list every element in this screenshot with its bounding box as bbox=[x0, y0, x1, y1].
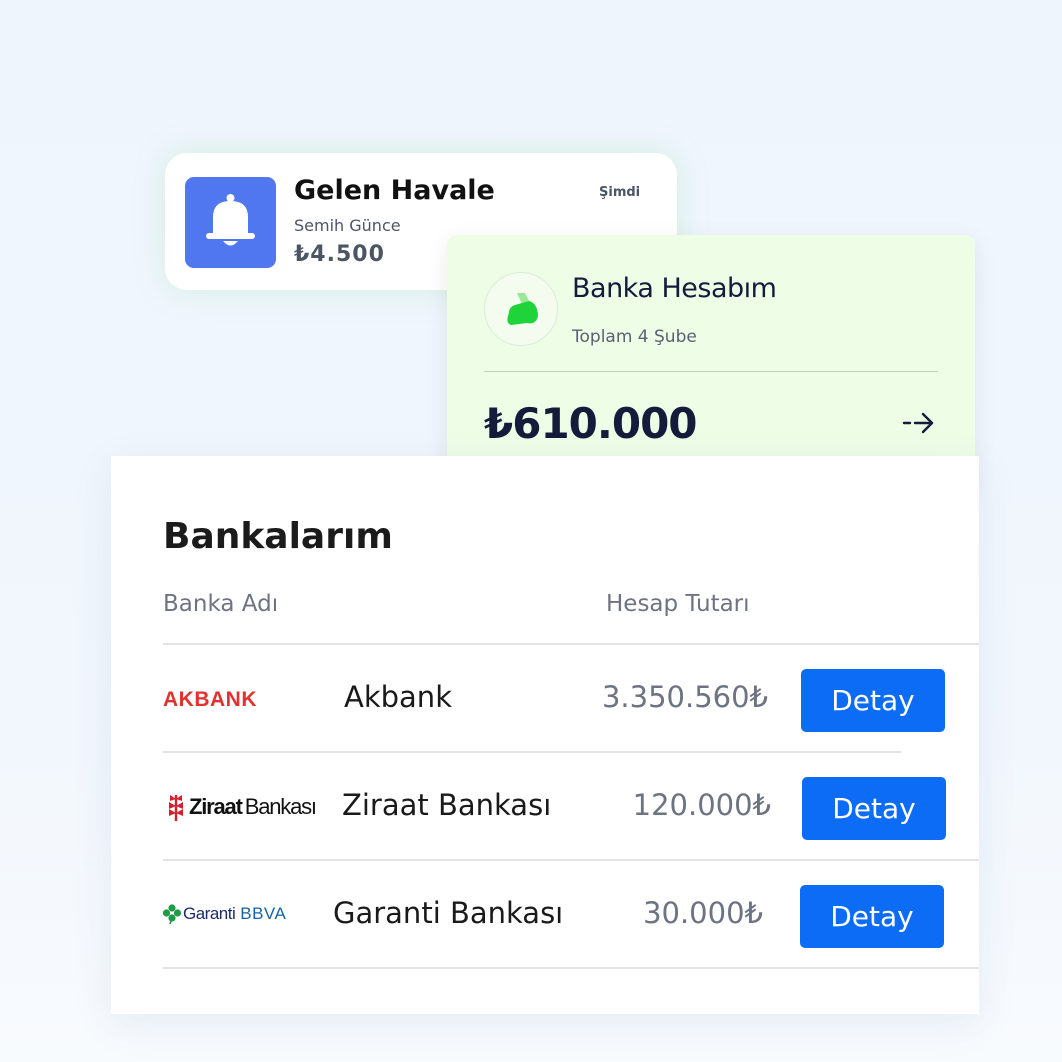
ziraat-logo-text: Bankası bbox=[244, 794, 317, 819]
detail-button-garanti[interactable]: Detay bbox=[800, 885, 944, 948]
app-logo bbox=[484, 272, 558, 346]
akbank-logo: AKBANK bbox=[163, 688, 257, 711]
bbva-logo-text: BBVA bbox=[240, 904, 287, 923]
notification-title: Gelen Havale bbox=[294, 175, 495, 206]
bank-account-card[interactable]: Banka Hesabım Toplam 4 Şube ₺610.000 bbox=[447, 235, 975, 488]
table-row-akbank: AKBANK Akbank 3.350.560₺ Detay bbox=[163, 646, 963, 754]
arrow-right-icon[interactable] bbox=[902, 411, 936, 435]
row-divider bbox=[163, 751, 901, 753]
notification-amount: ₺4.500 bbox=[294, 242, 385, 267]
row-divider bbox=[163, 859, 979, 861]
table-row-ziraat: Ziraat Bankası Ziraat Bankası 120.000₺ D… bbox=[163, 754, 963, 862]
wheat-icon bbox=[169, 795, 183, 821]
account-branches: Toplam 4 Şube bbox=[572, 327, 697, 347]
table-row-garanti: Garanti BBVA Garanti Bankası 30.000₺ Det… bbox=[163, 862, 963, 970]
garanti-logo-text: Garanti bbox=[183, 904, 236, 923]
banks-title: Bankalarım bbox=[163, 516, 393, 557]
account-total: ₺610.000 bbox=[484, 399, 698, 448]
column-header-amount: Hesap Tutarı bbox=[606, 591, 750, 617]
bank-amount: 30.000₺ bbox=[643, 896, 763, 930]
bank-name: Akbank bbox=[344, 680, 452, 714]
bank-amount: 3.350.560₺ bbox=[601, 680, 768, 714]
banks-panel: Bankalarım Banka Adı Hesap Tutarı AKBANK… bbox=[111, 456, 979, 1014]
bank-amount: 120.000₺ bbox=[632, 788, 771, 822]
detail-button-ziraat[interactable]: Detay bbox=[802, 777, 946, 840]
account-name: Banka Hesabım bbox=[572, 273, 777, 304]
header-divider bbox=[163, 643, 979, 645]
clover-icon bbox=[163, 904, 181, 924]
garanti-logo: Garanti BBVA bbox=[163, 904, 286, 924]
ziraat-logo: Ziraat Bankası bbox=[167, 792, 317, 822]
row-divider bbox=[163, 967, 979, 969]
notification-time: Şimdi bbox=[599, 185, 641, 200]
column-header-bank-name: Banka Adı bbox=[163, 591, 279, 617]
divider bbox=[484, 371, 938, 372]
notification-sender: Semih Günce bbox=[294, 216, 401, 235]
bank-name: Ziraat Bankası bbox=[342, 788, 552, 822]
ziraat-logo-bold: Ziraat bbox=[189, 794, 243, 819]
bell-icon bbox=[206, 194, 255, 246]
notification-icon-box bbox=[185, 177, 276, 268]
bank-name: Garanti Bankası bbox=[333, 896, 564, 930]
app-logo-icon bbox=[507, 293, 538, 325]
detail-button-akbank[interactable]: Detay bbox=[801, 669, 945, 732]
